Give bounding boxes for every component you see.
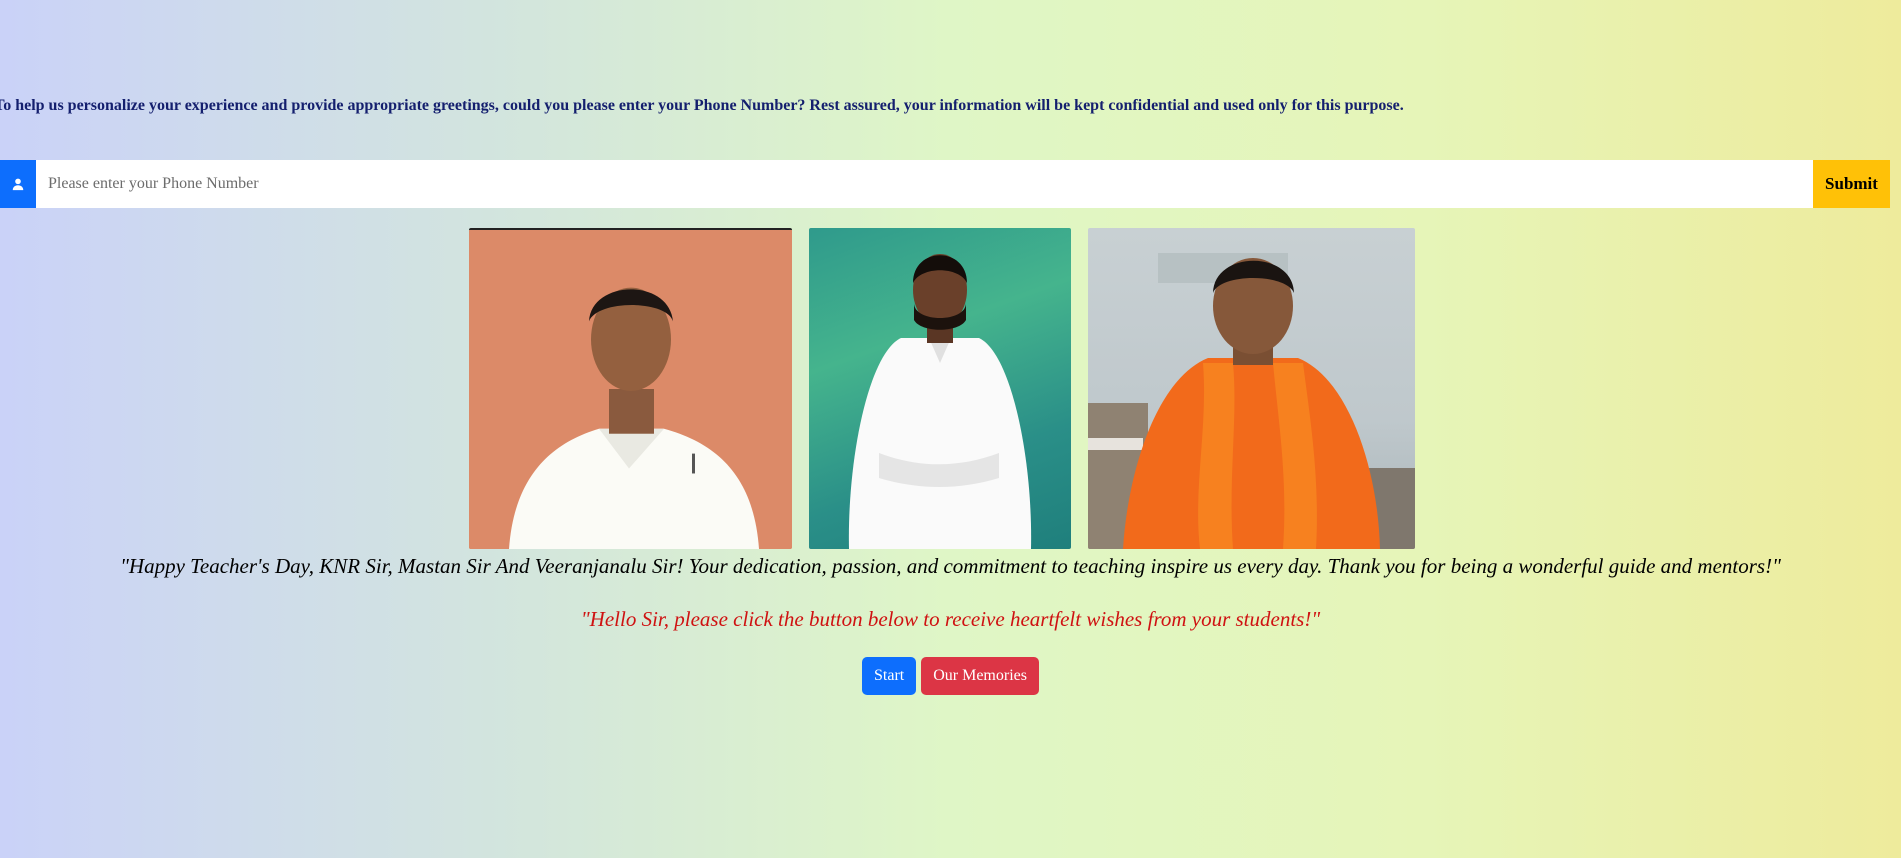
user-icon: [0, 160, 36, 208]
submit-button[interactable]: Submit: [1813, 160, 1890, 208]
start-button[interactable]: Start: [862, 657, 917, 695]
intro-text: To help us personalize your experience a…: [0, 97, 1404, 114]
greeting-message: "Happy Teacher's Day, KNR Sir, Mastan Si…: [120, 554, 1781, 578]
teacher-photo-veeranjanalu: [1088, 228, 1415, 549]
teacher-photos: [469, 228, 1415, 549]
phone-form: Submit: [0, 160, 1890, 208]
action-buttons: Start Our Memories: [0, 657, 1901, 695]
teacher-photo-mastan: [809, 228, 1071, 549]
teacher-photo-knr: [469, 228, 792, 549]
phone-number-input[interactable]: [36, 160, 1813, 208]
user-icon-glyph: [12, 178, 24, 191]
our-memories-button[interactable]: Our Memories: [921, 657, 1039, 695]
prompt-message: "Hello Sir, please click the button belo…: [580, 607, 1321, 631]
